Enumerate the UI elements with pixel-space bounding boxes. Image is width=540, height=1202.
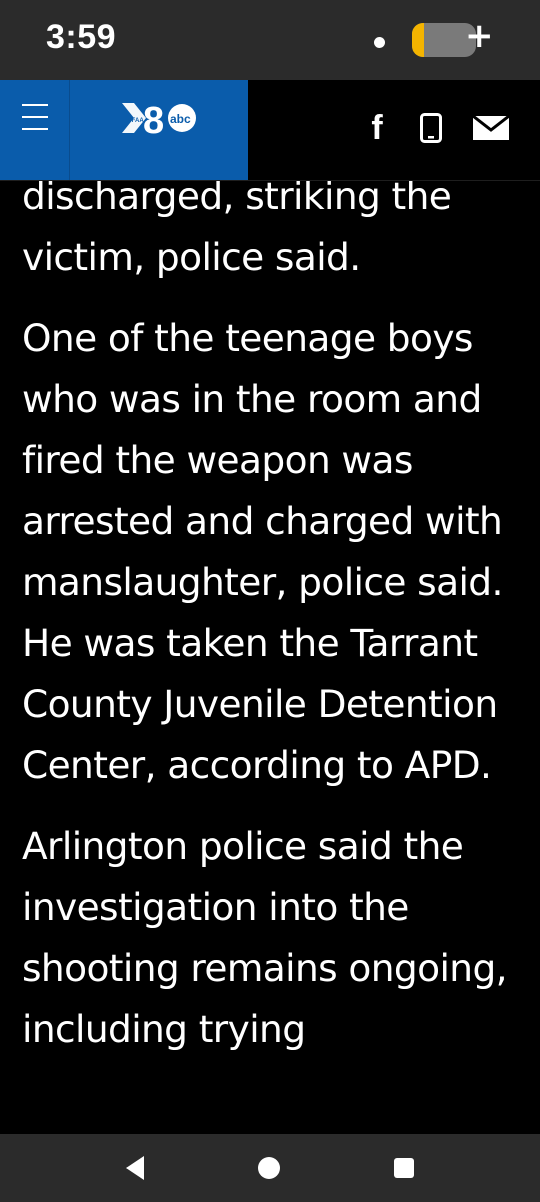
phone-icon[interactable] [416,108,446,148]
header-brand-area: WFAA 8 abc [0,80,248,180]
status-bar: 3:59 + [0,0,540,80]
wfaa-logo[interactable]: WFAA 8 abc [122,97,198,139]
logo-station: WFAA [126,118,144,124]
notification-dot-icon [374,37,385,48]
hamburger-icon [22,104,48,106]
hamburger-icon-line [22,128,48,130]
menu-button[interactable] [0,80,70,180]
battery-level [412,23,424,57]
logo-network: abc [170,112,191,126]
logo-channel: 8 [143,100,164,139]
facebook-icon[interactable]: f [362,108,392,148]
hamburger-icon-line [22,116,48,118]
article-paragraph: One of the teenage boys who was in the r… [22,316,503,787]
back-icon[interactable] [122,1154,150,1182]
home-icon[interactable] [255,1154,283,1182]
charging-icon: + [465,16,494,56]
recent-apps-icon[interactable] [390,1154,418,1182]
status-time: 3:59 [46,18,117,56]
article-body: discharged, striking the victim, police … [22,166,527,1080]
article-paragraph: Arlington police said the investigation … [22,824,508,1051]
email-icon[interactable] [470,108,512,148]
site-header: WFAA 8 abc f [0,80,540,181]
system-nav-bar [0,1134,540,1202]
article-paragraph: discharged, striking the victim, police … [22,174,452,279]
